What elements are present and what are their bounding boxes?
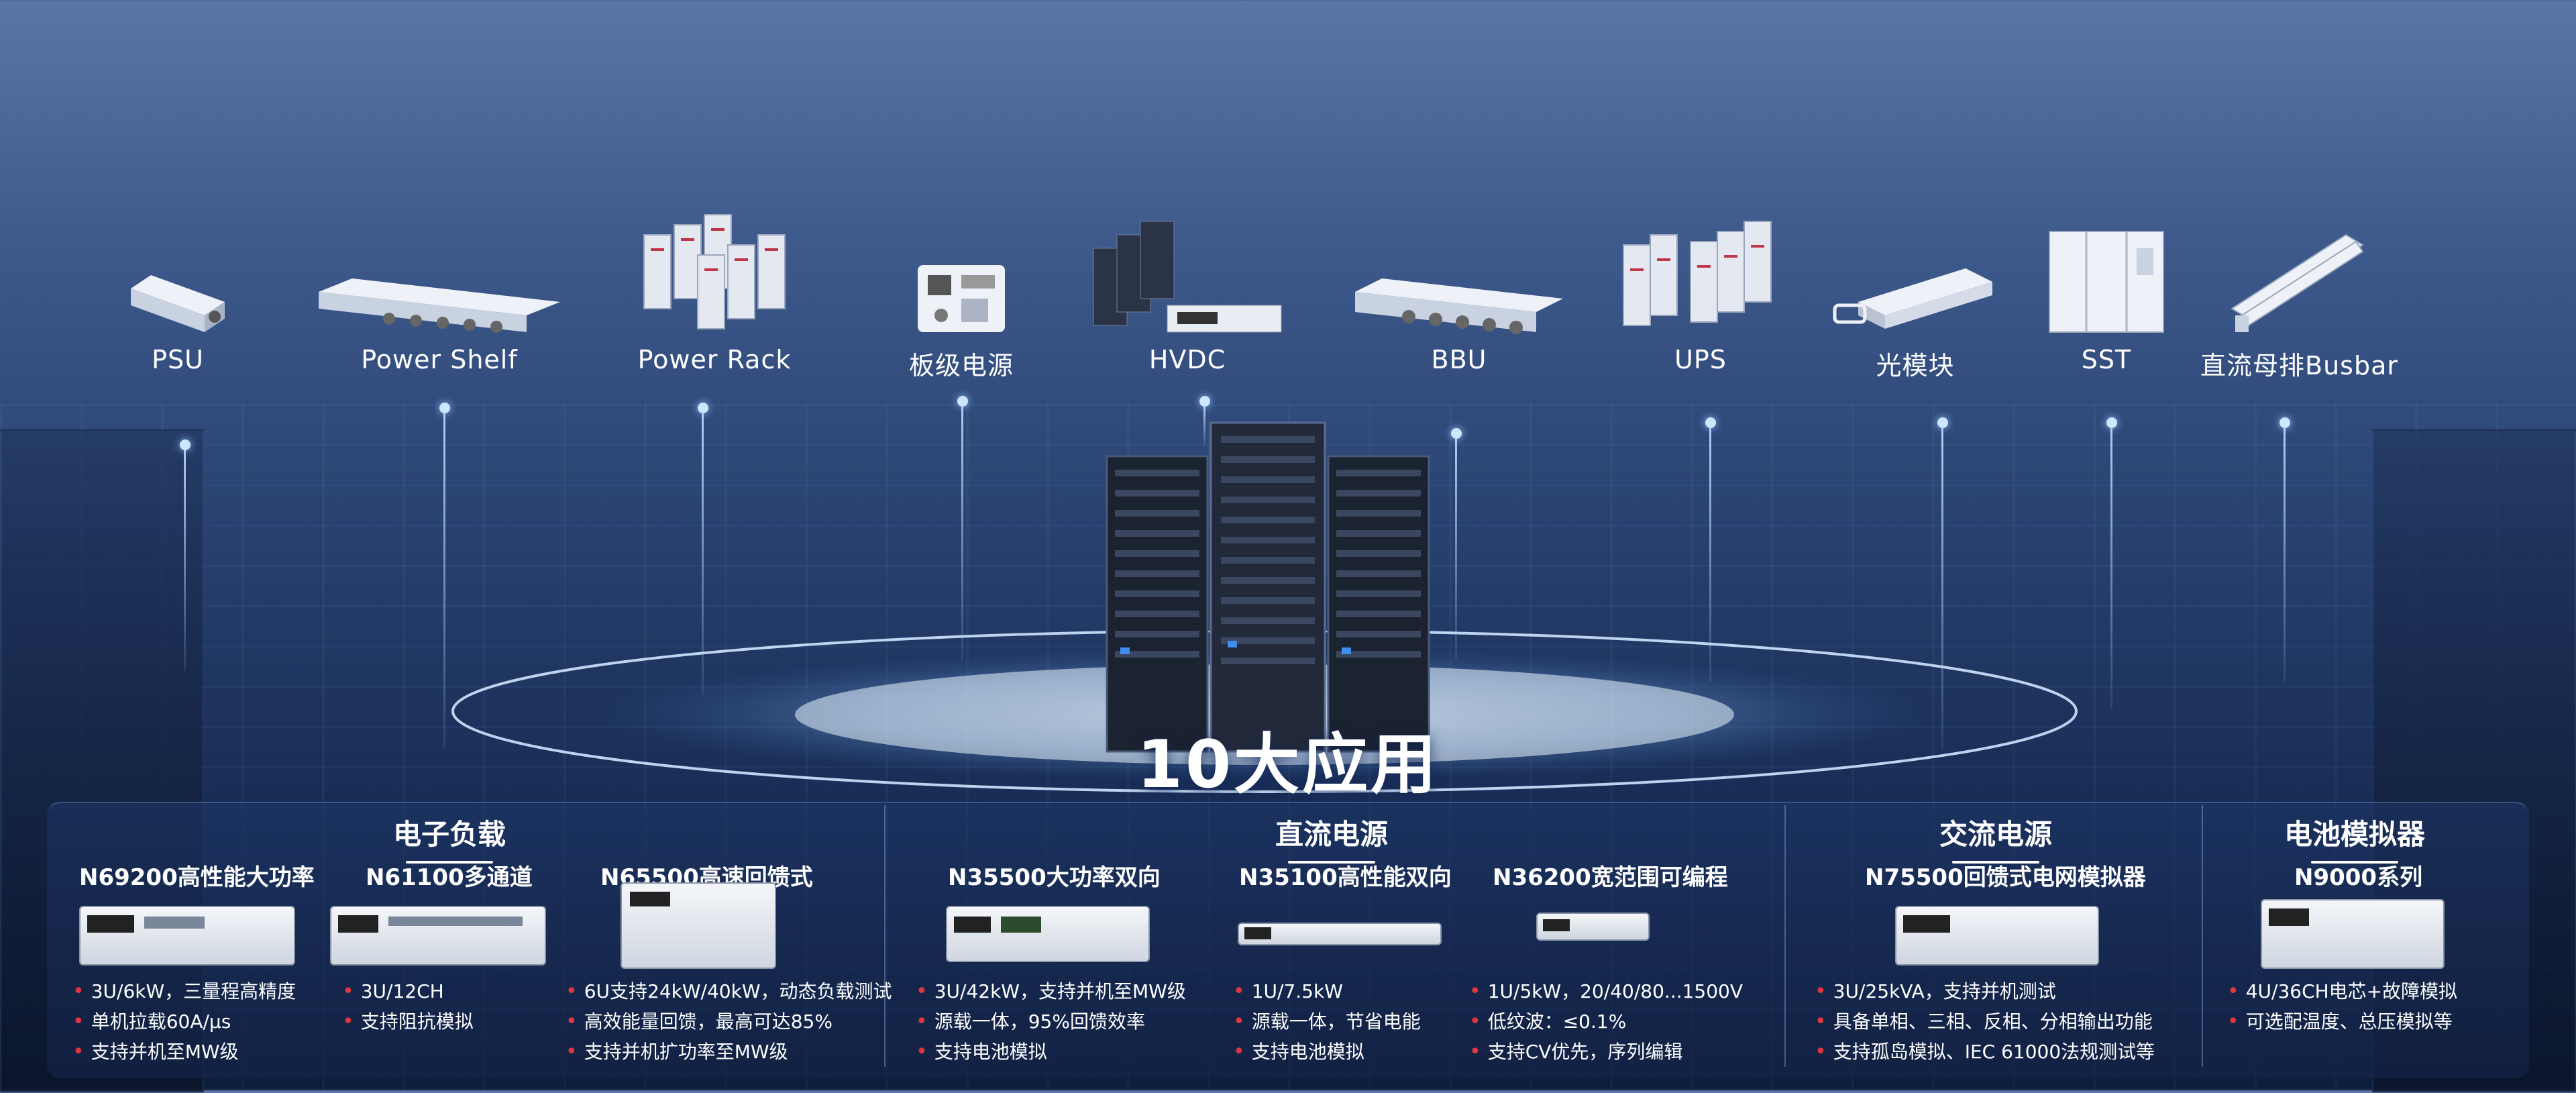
panel-divider <box>2202 805 2203 1067</box>
connector-line <box>184 450 186 671</box>
app-label: Power Shelf <box>361 345 518 374</box>
connector-line <box>961 406 963 661</box>
app-psu: PSU <box>124 208 231 374</box>
app-label: BBU <box>1431 345 1487 374</box>
device-image <box>1238 923 1442 945</box>
app-label: Power Rack <box>637 345 792 374</box>
app-board-power: 板级电源 <box>909 208 1014 382</box>
connector-dot <box>1705 417 1716 428</box>
server-racks-illustration <box>1106 421 1430 753</box>
app-label: PSU <box>152 345 204 374</box>
power-shelf-icon <box>319 278 560 333</box>
bbu-icon <box>1355 278 1563 334</box>
optical-module-icon <box>1833 268 1992 329</box>
product-specs: 6U支持24kW/40kW，动态负载测试 高效能量回馈，最高可达85% 支持并机… <box>566 976 892 1067</box>
app-label: SST <box>2081 345 2132 374</box>
category-electronic-load: 电子负载 <box>372 812 527 864</box>
product-specs: 3U/25kVA，支持并机测试 具备单相、三相、反相、分相输出功能 支持孤岛模拟… <box>1815 976 2155 1067</box>
product-name: N9000系列 <box>2294 864 2423 891</box>
device-image <box>79 906 295 966</box>
product-specs: 3U/42kW，支持并机至MW级 源载一体，95%回馈效率 支持电池模拟 <box>916 976 1186 1067</box>
main-title: 10大应用 <box>1136 727 1440 803</box>
product-name: N35500大功率双向 <box>948 864 1161 891</box>
product-specs: 3U/12CH 支持阻抗模拟 <box>342 976 474 1037</box>
connector-dot <box>2106 417 2117 428</box>
connector-dot <box>1199 396 1210 407</box>
device-image <box>1536 913 1650 941</box>
app-sst: SST <box>2046 208 2167 374</box>
device-image <box>1895 906 2099 966</box>
board-power-icon <box>918 265 1005 332</box>
category-battery-simulator: 电池模拟器 <box>2267 812 2442 864</box>
product-name: N36200宽范围可编程 <box>1493 864 1728 891</box>
connector-line <box>1455 438 1457 660</box>
ups-icon <box>1623 221 1772 326</box>
connector-dot <box>2279 417 2290 428</box>
app-bbu: BBU <box>1352 208 1566 374</box>
device-image <box>621 882 776 969</box>
app-power-rack: Power Rack <box>637 208 792 374</box>
busbar-icon <box>2231 233 2365 332</box>
app-label: UPS <box>1674 345 1727 374</box>
product-name: N69200高性能大功率 <box>79 864 315 891</box>
connector-dot <box>180 439 191 450</box>
device-image <box>2261 899 2445 969</box>
connector-dot <box>439 403 450 413</box>
device-image <box>330 906 546 966</box>
panel-divider <box>1784 805 1786 1067</box>
device-image <box>946 906 1150 962</box>
connector-dot <box>698 403 708 413</box>
app-label: 直流母排Busbar <box>2200 351 2398 380</box>
category-ac-power: 交流电源 <box>1919 812 2073 864</box>
app-power-shelf: Power Shelf <box>315 208 564 374</box>
app-busbar: 直流母排Busbar <box>2200 208 2398 382</box>
product-name: N35100高性能双向 <box>1239 864 1452 891</box>
product-name: N61100多通道 <box>366 864 533 891</box>
sst-icon <box>2049 231 2164 333</box>
app-optical-module: 光模块 <box>1831 208 1999 382</box>
product-specs: 1U/5kW，20/40/80...1500V 低纹波：≤0.1% 支持CV优先… <box>1469 976 1743 1067</box>
app-label: 光模块 <box>1876 351 1955 380</box>
product-specs: 4U/36CH电芯+故障模拟 可选配温度、总压模拟等 <box>2227 976 2457 1037</box>
category-dc-power: 直流电源 <box>1254 812 1409 864</box>
connector-line <box>2110 427 2112 709</box>
app-label: HVDC <box>1148 345 1226 374</box>
app-hvdc: HVDC <box>1087 208 1288 374</box>
psu-icon <box>131 275 225 332</box>
app-label: 板级电源 <box>909 351 1014 380</box>
connector-line <box>2284 427 2286 682</box>
product-specs: 1U/7.5kW 源载一体，节省电能 支持电池模拟 <box>1233 976 1421 1067</box>
app-ups: UPS <box>1617 208 1784 374</box>
hvdc-icon <box>1093 221 1282 333</box>
connector-dot <box>1937 417 1948 428</box>
connector-dot <box>1451 428 1462 439</box>
connector-dot <box>957 396 968 407</box>
product-specs: 3U/6kW，三量程高精度 单机拉载60A/μs 支持并机至MW级 <box>72 976 296 1067</box>
product-name: N75500回馈式电网模拟器 <box>1865 864 2146 891</box>
power-rack-icon <box>643 214 786 329</box>
